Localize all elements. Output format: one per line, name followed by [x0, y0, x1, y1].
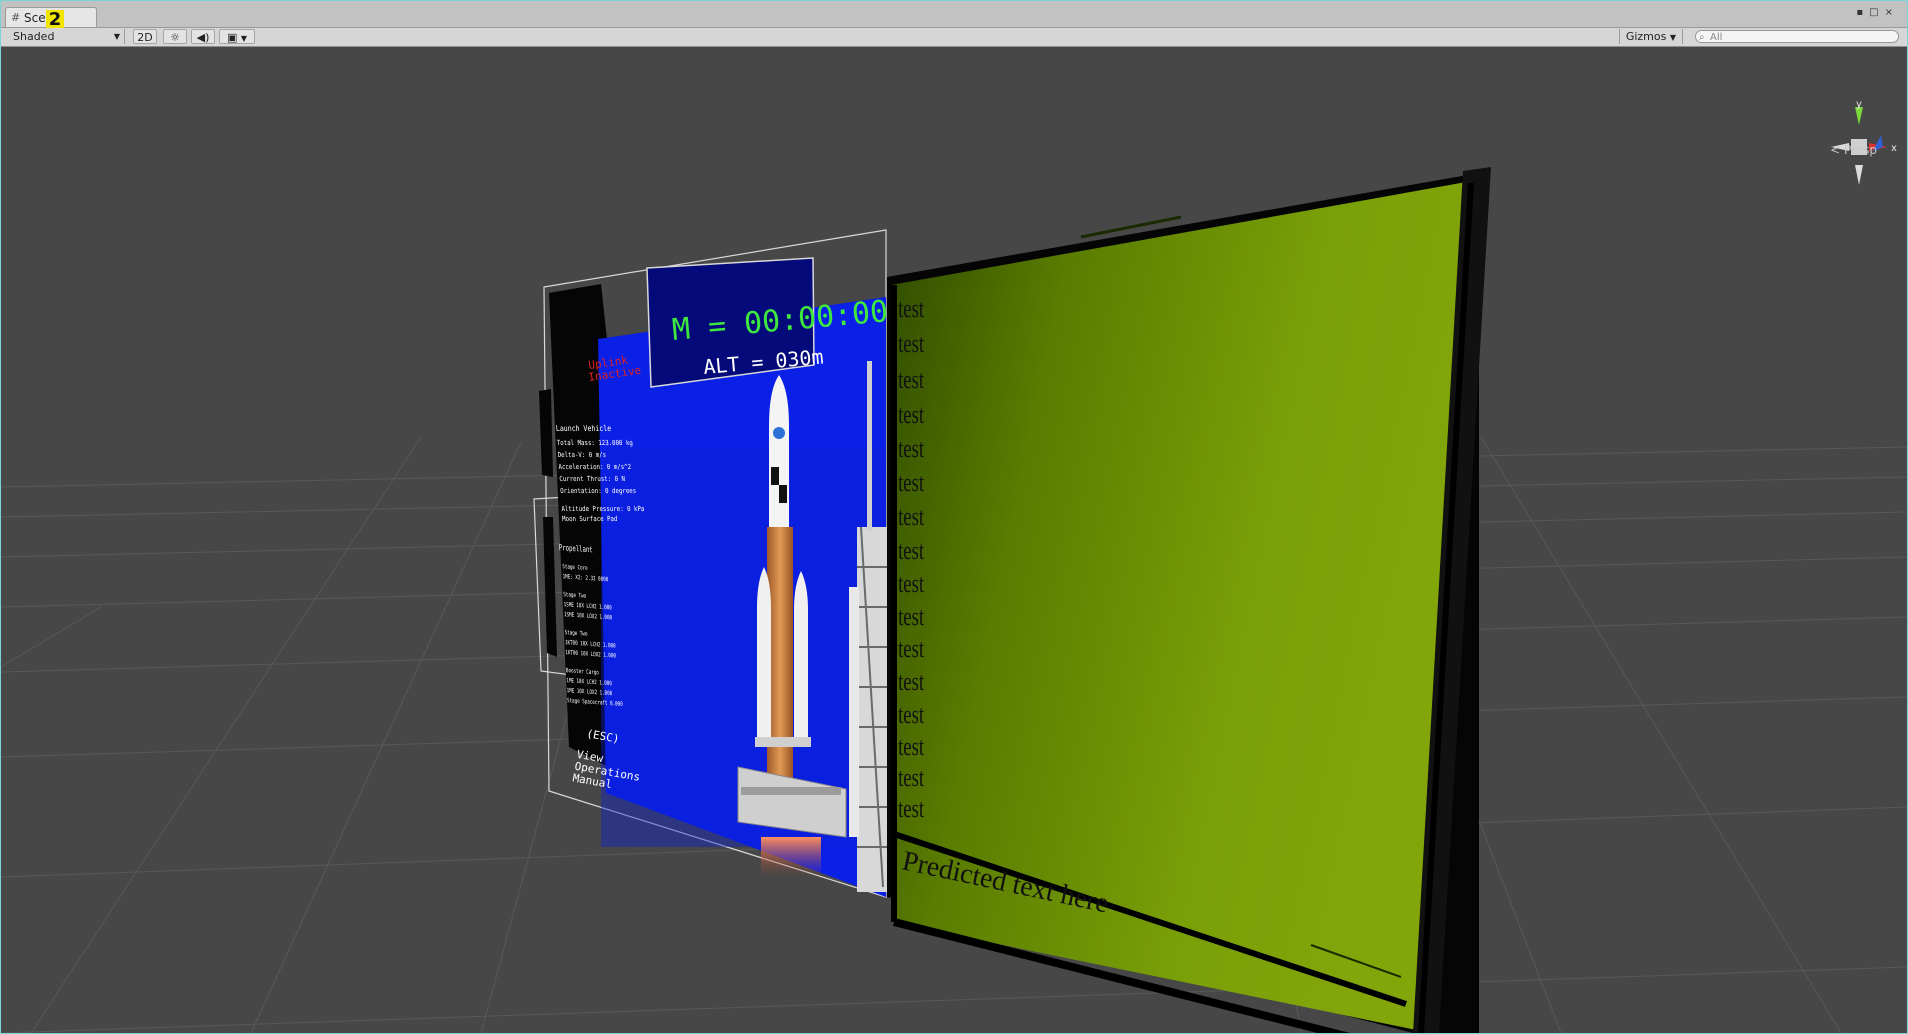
image-icon: ▣: [226, 31, 238, 44]
scene-search-input[interactable]: ⌕ All: [1695, 30, 1899, 43]
telemetry-line: Delta-V: 0 m/s: [557, 450, 606, 459]
telemetry-line: Altitude Pressure: 0 kPa: [561, 504, 645, 513]
tab-scene[interactable]: # Sce 2: [5, 7, 97, 30]
lighting-toggle-button[interactable]: ☼: [163, 29, 187, 44]
gizmo-y-label: y: [1856, 99, 1862, 110]
launch-vehicle-title: Launch Vehicle: [555, 423, 611, 433]
menu-icon[interactable]: ▪: [1856, 7, 1869, 18]
telemetry-line: Orientation: 0 degrees: [560, 486, 637, 495]
scene-grid-icon: #: [11, 11, 21, 24]
audio-toggle-button[interactable]: ◀): [191, 29, 215, 44]
search-icon: ⌕: [1699, 32, 1705, 43]
transcript-line: test: [898, 700, 925, 729]
persp-icon: <: [1830, 143, 1841, 157]
tab-bar: # Sce 2 ▪□×: [1, 1, 1907, 30]
shading-mode-dropdown[interactable]: Shaded ▼: [5, 29, 125, 44]
telemetry-line: Acceleration: 0 m/s^2: [558, 462, 631, 471]
gizmos-label: Gizmos: [1625, 30, 1667, 43]
telemetry-line: Current Thrust: 0 N: [559, 474, 625, 483]
effects-arrow-icon: ▼: [240, 34, 248, 43]
speaker-icon: ◀): [196, 31, 210, 44]
transcript-line: test: [898, 732, 925, 761]
orientation-gizmo[interactable]: y x: [1831, 99, 1897, 185]
scene-window: # Sce 2 ▪□× Shaded ▼ 2D ☼ ◀) ▣ ▼ Gizmos …: [0, 0, 1908, 1034]
transcript-line: test: [898, 294, 925, 323]
shading-mode-label: Shaded: [13, 30, 55, 43]
gizmos-arrow-icon: ▼: [1669, 33, 1676, 42]
scene-toolbar: Shaded ▼ 2D ☼ ◀) ▣ ▼ Gizmos ▼ ⌕ All: [1, 28, 1907, 47]
close-icon[interactable]: ×: [1885, 7, 1899, 18]
transcript-panel: [887, 167, 1491, 1033]
search-placeholder: All: [1710, 32, 1723, 43]
dropdown-arrow-icon: ▼: [113, 32, 120, 41]
effects-dropdown[interactable]: ▣ ▼: [219, 29, 255, 44]
transcript-line: test: [898, 763, 925, 792]
transcript-line: test: [898, 794, 925, 823]
gizmos-dropdown[interactable]: Gizmos ▼: [1618, 29, 1683, 44]
scene-canvas[interactable]: M = 00:00:00 ALT = 030m Uplink Inactive …: [1, 47, 1907, 1033]
gizmo-negy-arrow-icon[interactable]: [1855, 165, 1863, 185]
transcript-line: test: [898, 569, 925, 598]
maximize-icon[interactable]: □: [1869, 7, 1884, 18]
sun-icon: ☼: [170, 31, 180, 44]
mode-2d-button[interactable]: 2D: [133, 29, 157, 44]
window-controls[interactable]: ▪□×: [1856, 7, 1899, 18]
transcript-line: test: [898, 400, 925, 429]
projection-toggle[interactable]: < Persp: [1830, 143, 1877, 157]
tab-scene-label: Sce: [24, 11, 46, 25]
hud-left-tab-1: [539, 389, 553, 477]
hud-left-tab-2: [543, 517, 557, 657]
transcript-line: test: [898, 667, 925, 696]
transcript-line: test: [898, 634, 925, 663]
transcript-line: test: [898, 602, 925, 631]
transcript-line: test: [898, 468, 925, 497]
transcript-line: test: [898, 329, 925, 358]
transcript-line: test: [898, 536, 925, 565]
projection-label: Persp: [1844, 143, 1877, 157]
step-badge: 2: [46, 10, 64, 30]
scene-viewport[interactable]: M = 00:00:00 ALT = 030m Uplink Inactive …: [1, 47, 1907, 1033]
gizmo-x-label: x: [1891, 143, 1897, 154]
transcript-line: test: [898, 502, 925, 531]
transcript-line: test: [898, 365, 925, 394]
telemetry-line: Moon Surface Pad: [562, 514, 618, 523]
telemetry-line: Total Mass: 123.000 kg: [557, 438, 634, 447]
transcript-line: test: [898, 434, 925, 463]
